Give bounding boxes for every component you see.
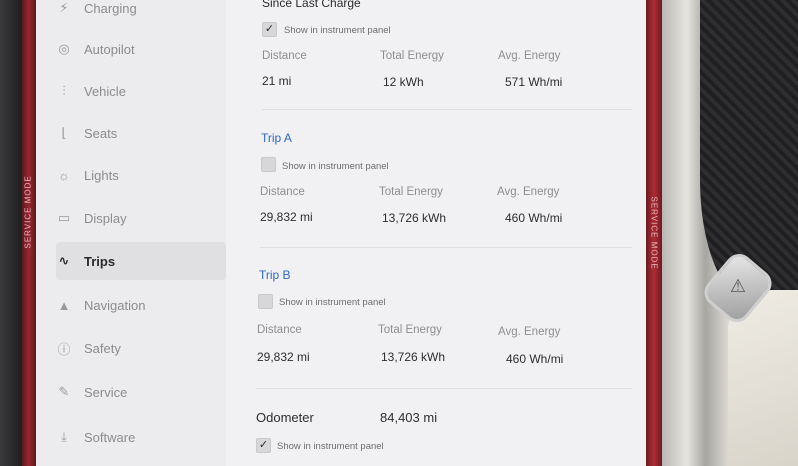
sidebar-item-trips[interactable]: ∿ Trips [56, 242, 226, 280]
sidebar-item-navigation[interactable]: ▲ Navigation [56, 286, 226, 324]
checkbox-label: Show in instrument panel [282, 161, 389, 172]
sidebar-item-vehicle[interactable]: ⫶ Vehicle [56, 72, 226, 110]
wrench-icon: ✎ [58, 384, 70, 399]
trip-b-show-checkbox[interactable] [258, 294, 273, 309]
seat-icon: ⌊ [61, 125, 67, 140]
checkbox-label: Show in instrument panel [284, 25, 391, 36]
value-avg-energy: 571 Wh/mi [505, 75, 563, 89]
column-header-distance: Distance [262, 50, 307, 62]
service-mode-label-right: SERVICE MODE [649, 196, 659, 270]
column-header-distance: Distance [260, 186, 305, 198]
sidebar-item-label: Vehicle [84, 83, 126, 99]
section-title-trip-b: Trip B [259, 268, 291, 282]
hazard-icon: ⚠ [729, 276, 747, 296]
trip-a-show-checkbox[interactable] [261, 157, 276, 172]
sidebar-item-seats[interactable]: ⌊ Seats [56, 114, 226, 152]
sidebar-item-label: Autopilot [84, 41, 135, 57]
value-distance: 29,832 mi [260, 210, 313, 224]
value-avg-energy: 460 Wh/mi [505, 211, 563, 225]
column-header-avg-energy: Avg. Energy [498, 326, 561, 338]
charging-icon: ⚡ [59, 0, 69, 15]
touchscreen: ⚡ Charging ◎ Autopilot ⫶ Vehicle ⌊ Seats… [36, 0, 646, 466]
sidebar-item-charging[interactable]: ⚡ Charging [56, 0, 226, 27]
lights-icon: ☼ [58, 167, 70, 183]
section-title-trip-a: Trip A [261, 131, 292, 145]
service-mode-label-left: SERVICE MODE [23, 175, 33, 249]
checkbox-label: Show in instrument panel [279, 297, 386, 308]
since-last-charge-show-checkbox[interactable]: ✓ [262, 22, 277, 37]
sidebar-item-label: Software [84, 429, 136, 445]
section-title-since-last-charge: Since Last Charge [262, 0, 361, 10]
value-total-energy: 12 kWh [383, 75, 424, 89]
divider [262, 109, 632, 110]
odometer-label: Odometer [256, 410, 314, 425]
navigation-icon: ▲ [57, 297, 71, 313]
column-header-avg-energy: Avg. Energy [498, 50, 561, 62]
sidebar-item-label: Safety [84, 340, 121, 356]
carbon-fiber-trim [700, 0, 798, 300]
sidebar-item-service[interactable]: ✎ Service [56, 373, 226, 411]
sidebar-item-lights[interactable]: ☼ Lights [56, 156, 226, 194]
column-header-avg-energy: Avg. Energy [497, 186, 560, 198]
trips-panel: Since Last Charge ✓ Show in instrument p… [250, 0, 646, 466]
value-distance: 29,832 mi [257, 350, 310, 364]
sidebar-item-software[interactable]: ⤓ Software [56, 418, 226, 456]
column-header-distance: Distance [257, 324, 302, 336]
divider [256, 388, 632, 389]
checkbox-label: Show in instrument panel [277, 441, 384, 452]
value-total-energy: 13,726 kWh [382, 211, 447, 225]
value-distance: 21 mi [262, 74, 292, 88]
trips-icon: ∿ [58, 253, 70, 268]
column-header-total-energy: Total Energy [378, 324, 442, 336]
sidebar-item-label: Service [84, 384, 128, 400]
column-header-total-energy: Total Energy [379, 186, 443, 198]
sidebar-item-label: Seats [84, 125, 118, 141]
sidebar-item-label: Charging [84, 0, 137, 16]
divider [260, 247, 632, 248]
vehicle-sliders-icon: ⫶ [62, 83, 66, 98]
sidebar-item-label: Lights [84, 167, 119, 183]
sidebar-item-label: Trips [84, 253, 116, 269]
sidebar-item-label: Navigation [84, 297, 146, 313]
download-icon: ⤓ [61, 429, 67, 444]
value-avg-energy: 460 Wh/mi [506, 352, 564, 366]
odometer-show-checkbox[interactable]: ✓ [256, 438, 271, 453]
steering-wheel-icon: ◎ [58, 41, 70, 56]
checkmark-icon: ✓ [258, 439, 269, 451]
safety-icon: ⓘ [57, 341, 71, 357]
settings-sidebar: ⚡ Charging ◎ Autopilot ⫶ Vehicle ⌊ Seats… [36, 0, 226, 466]
sidebar-item-autopilot[interactable]: ◎ Autopilot [56, 30, 226, 68]
sidebar-item-safety[interactable]: ⓘ Safety [56, 329, 226, 367]
column-header-total-energy: Total Energy [380, 50, 444, 62]
sidebar-item-display[interactable]: ▭ Display [56, 199, 226, 237]
value-total-energy: 13,726 kWh [381, 350, 446, 364]
sidebar-item-label: Display [84, 210, 127, 226]
checkmark-icon: ✓ [264, 23, 275, 35]
display-icon: ▭ [57, 210, 71, 225]
odometer-value: 84,403 mi [380, 410, 438, 425]
